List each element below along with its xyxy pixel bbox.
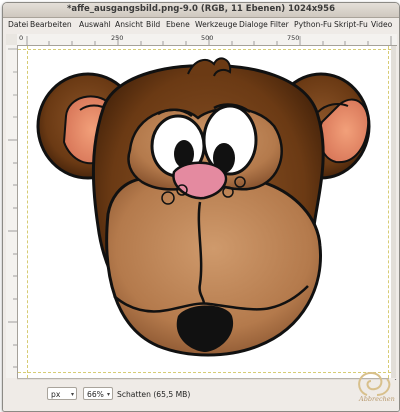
image-window: *affe_ausgangsbild.png-9.0 (RGB, 11 Eben…	[2, 2, 400, 412]
dropdown-arrow-icon: ▾	[70, 391, 74, 398]
menu-werkzeuge[interactable]: Werkzeuge	[195, 20, 237, 29]
window-title: *affe_ausgangsbild.png-9.0 (RGB, 11 Eben…	[66, 4, 336, 14]
image-canvas[interactable]	[18, 46, 396, 378]
menu-datei[interactable]: Datei	[8, 20, 28, 29]
menu-python-fu[interactable]: Python-Fu	[294, 20, 332, 29]
menu-auswahl[interactable]: Auswahl	[79, 20, 111, 29]
horizontal-ruler[interactable]: 0 250 500 750	[17, 34, 397, 46]
vertical-scrollbar[interactable]	[391, 46, 396, 378]
status-message: Schatten (65,5 MB)	[117, 390, 191, 399]
ruler-ticks	[26, 36, 392, 45]
status-bar: px ▾ 66% ▾ Schatten (65,5 MB)	[3, 380, 399, 411]
menu-ansicht[interactable]: Ansicht	[115, 20, 143, 29]
menu-dialoge[interactable]: Dialoge	[239, 20, 268, 29]
title-bar[interactable]: *affe_ausgangsbild.png-9.0 (RGB, 11 Eben…	[3, 3, 399, 18]
menu-bild[interactable]: Bild	[146, 20, 160, 29]
ruler-ticks	[8, 48, 17, 368]
menu-bearbeiten[interactable]: Bearbeiten	[30, 20, 72, 29]
unit-value: px	[51, 390, 61, 399]
unit-selector[interactable]: px ▾	[47, 387, 77, 400]
menu-video[interactable]: Video	[371, 20, 392, 29]
menu-filter[interactable]: Filter	[270, 20, 289, 29]
vertical-ruler[interactable]	[6, 45, 18, 378]
monkey-illustration	[36, 57, 371, 357]
zoom-value: 66%	[87, 390, 104, 399]
dropdown-arrow-icon: ▾	[106, 391, 110, 398]
zoom-selector[interactable]: 66% ▾	[83, 387, 113, 400]
cancel-label[interactable]: Abbrechen	[359, 395, 395, 403]
menu-ebene[interactable]: Ebene	[166, 20, 190, 29]
watermark-logo: Abbrechen	[347, 365, 397, 409]
menu-bar: Datei Bearbeiten Auswahl Ansicht Bild Eb…	[3, 18, 399, 32]
menu-skript-fu[interactable]: Skript-Fu	[334, 20, 368, 29]
